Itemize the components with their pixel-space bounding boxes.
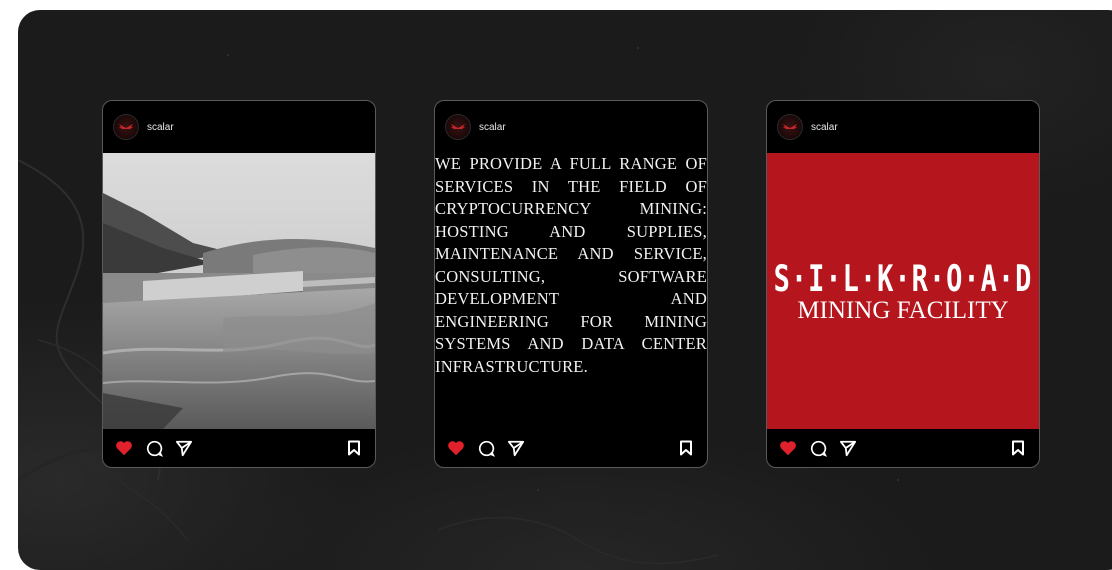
wings-logo-icon — [783, 124, 797, 129]
save-button[interactable] — [675, 437, 697, 459]
avatar[interactable] — [445, 114, 471, 140]
comment-button[interactable] — [475, 437, 497, 459]
comment-button[interactable] — [143, 437, 165, 459]
avatar[interactable] — [777, 114, 803, 140]
bookmark-icon — [1012, 440, 1024, 456]
landscape-photo-icon — [103, 153, 375, 429]
share-button[interactable] — [837, 437, 859, 459]
post-card-photo[interactable]: scalar — [102, 100, 376, 468]
post-header: scalar — [767, 101, 1039, 153]
comment-icon — [810, 440, 827, 457]
comment-icon — [146, 440, 163, 457]
post-username[interactable]: scalar — [147, 122, 174, 133]
heart-icon — [116, 441, 132, 456]
post-header: scalar — [435, 101, 707, 153]
background-canvas: scalar scalar WE PROVIDE A FULL RANGE OF… — [18, 10, 1112, 570]
wings-logo-icon — [119, 124, 133, 129]
post-actions — [103, 429, 375, 467]
post-actions — [435, 429, 707, 467]
bookmark-icon — [680, 440, 692, 456]
post-photo[interactable] — [103, 153, 375, 429]
save-button[interactable] — [1007, 437, 1029, 459]
bookmark-icon — [348, 440, 360, 456]
send-icon — [175, 440, 193, 456]
heart-icon — [780, 441, 796, 456]
post-card-text[interactable]: scalar We provide a full range of servic… — [434, 100, 708, 468]
send-icon — [839, 440, 857, 456]
comment-icon — [478, 440, 495, 457]
avatar[interactable] — [113, 114, 139, 140]
wings-logo-icon — [451, 124, 465, 129]
comment-button[interactable] — [807, 437, 829, 459]
post-card-brand[interactable]: scalar S·I·L·K·R·O·A·D MINING FACILITY — [766, 100, 1040, 468]
post-caption-text: We provide a full range of services in t… — [435, 154, 707, 376]
post-actions — [767, 429, 1039, 467]
send-icon — [507, 440, 525, 456]
post-username[interactable]: scalar — [479, 122, 506, 133]
share-button[interactable] — [505, 437, 527, 459]
post-header: scalar — [103, 101, 375, 153]
like-button[interactable] — [445, 437, 467, 459]
save-button[interactable] — [343, 437, 365, 459]
brand-subtitle: MINING FACILITY — [797, 296, 1009, 324]
like-button[interactable] — [113, 437, 135, 459]
like-button[interactable] — [777, 437, 799, 459]
heart-icon — [448, 441, 464, 456]
brand-title: S·I·L·K·R·O·A·D — [773, 258, 1033, 300]
share-button[interactable] — [173, 437, 195, 459]
brand-banner[interactable]: S·I·L·K·R·O·A·D MINING FACILITY — [767, 153, 1039, 429]
post-username[interactable]: scalar — [811, 122, 838, 133]
